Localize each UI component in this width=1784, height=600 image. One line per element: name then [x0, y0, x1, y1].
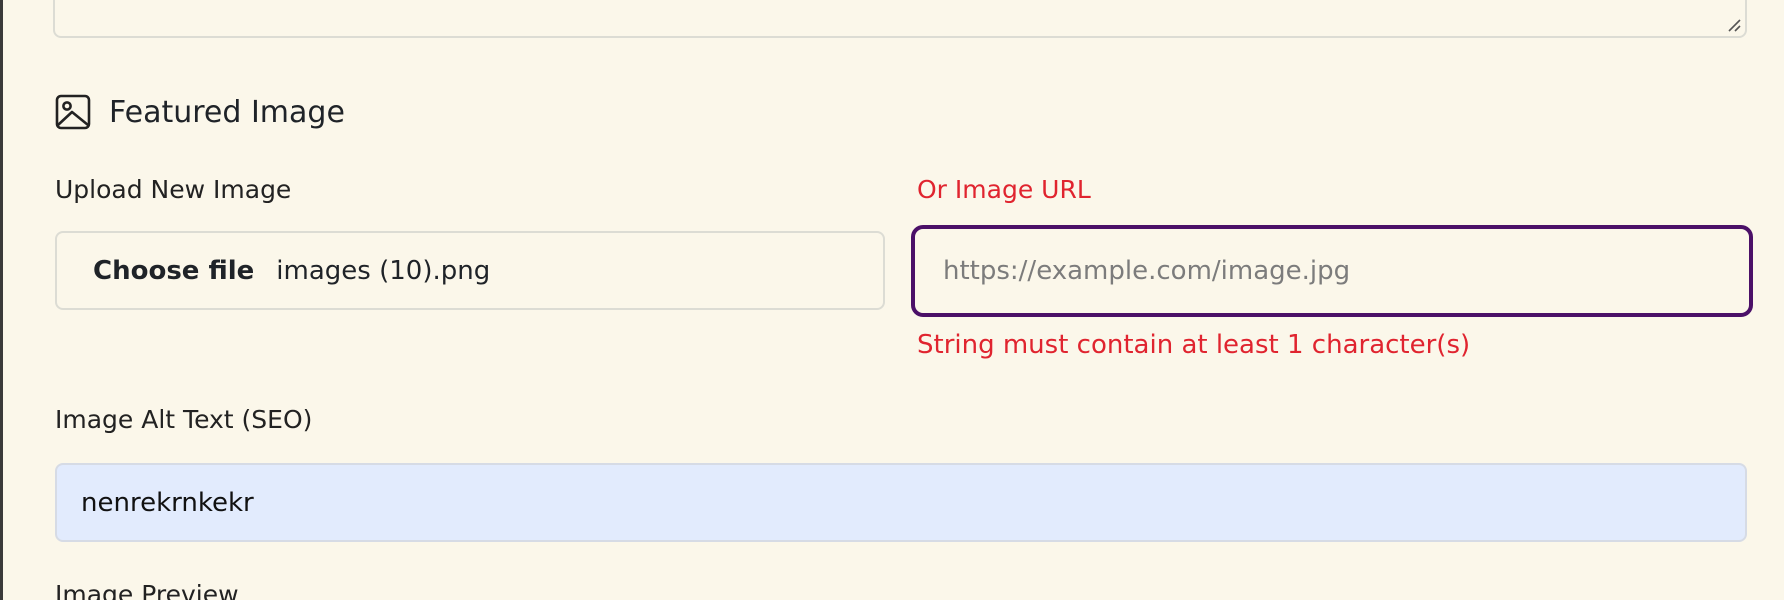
image-url-label: Or Image URL — [917, 175, 1091, 204]
image-url-input[interactable] — [911, 225, 1753, 317]
image-preview-label: Image Preview — [55, 580, 239, 600]
alt-text-label: Image Alt Text (SEO) — [55, 405, 313, 434]
previous-textarea[interactable] — [53, 0, 1747, 38]
choose-file-button[interactable]: Choose file — [93, 256, 254, 286]
image-icon — [55, 94, 91, 130]
alt-text-input[interactable] — [55, 463, 1747, 542]
image-url-error: String must contain at least 1 character… — [917, 330, 1471, 360]
form-page: Featured Image Upload New Image Choose f… — [0, 0, 1784, 600]
upload-label: Upload New Image — [55, 175, 292, 204]
featured-image-heading: Featured Image — [55, 92, 345, 132]
selected-file-name: images (10).png — [276, 255, 491, 286]
file-upload-input[interactable]: Choose file images (10).png — [55, 231, 885, 310]
section-title: Featured Image — [109, 94, 345, 130]
resize-handle-icon[interactable] — [1725, 16, 1741, 32]
